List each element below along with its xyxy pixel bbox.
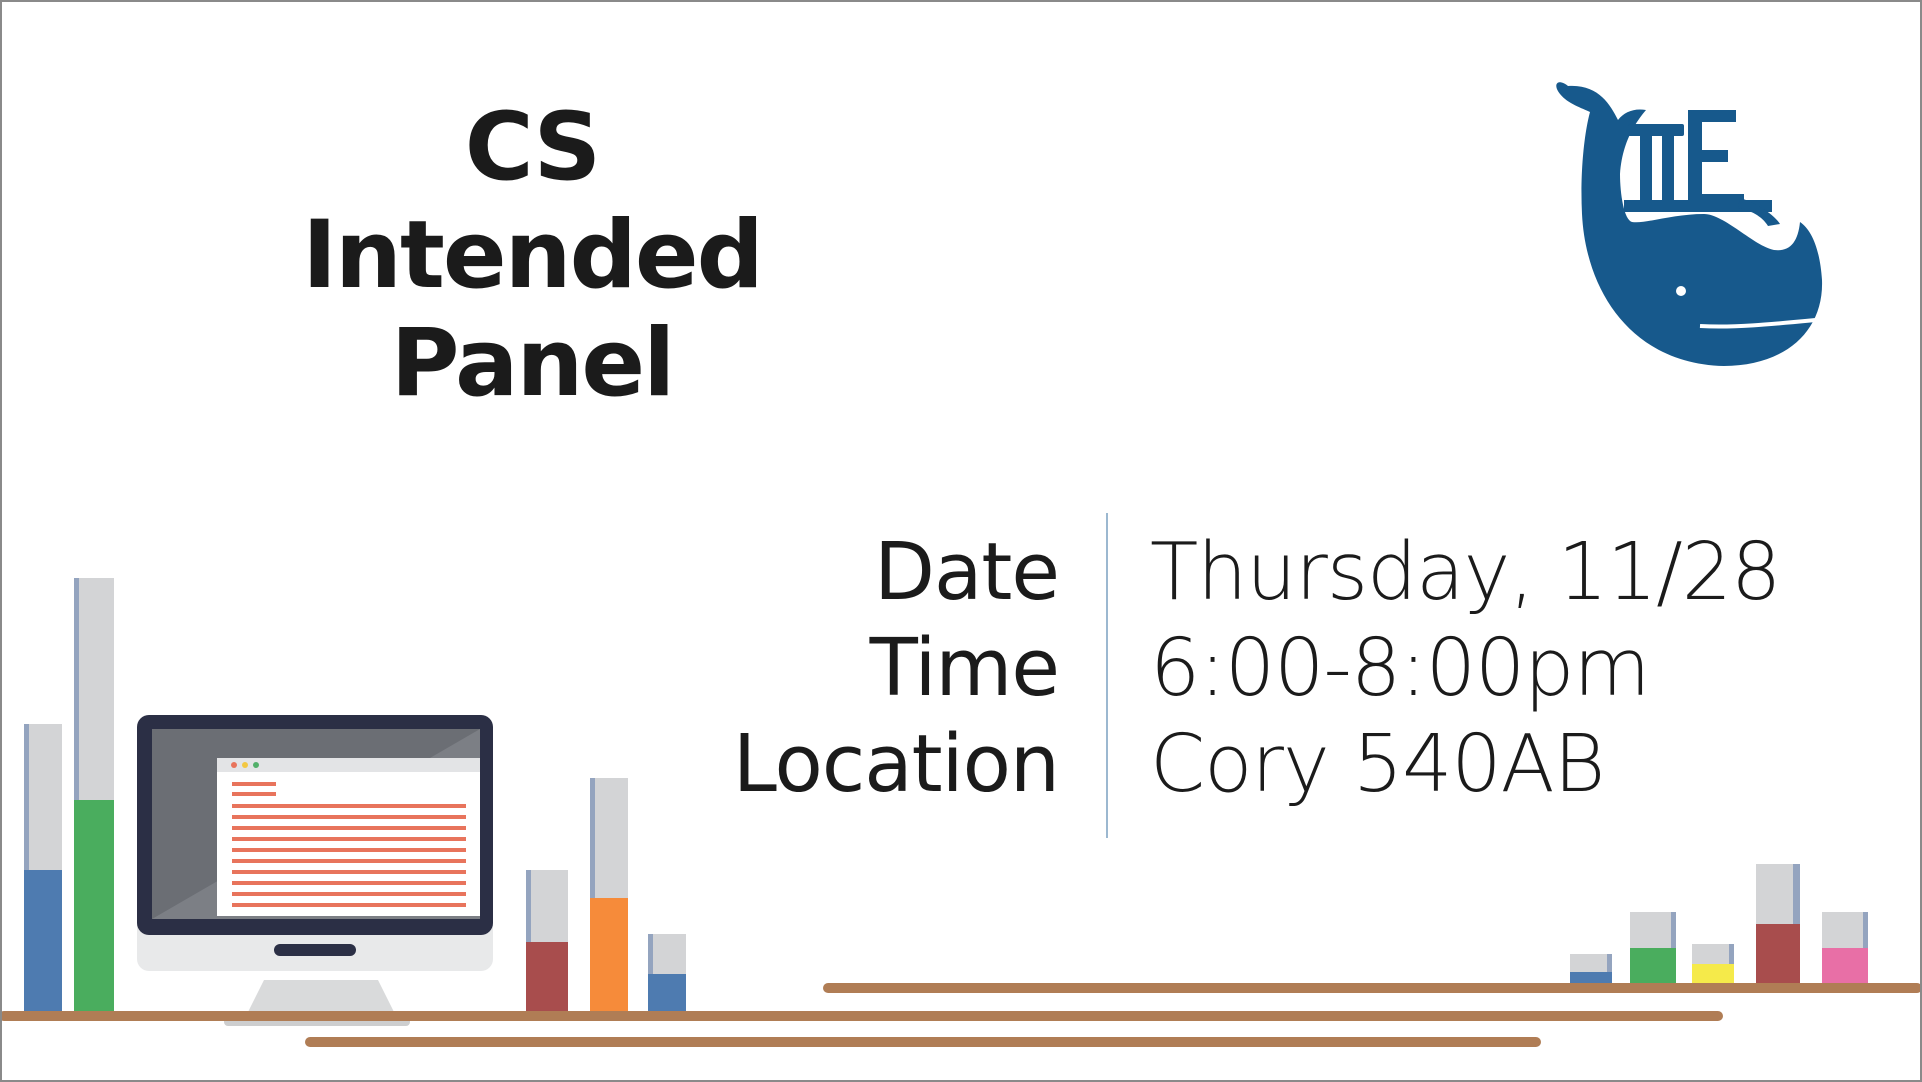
bar-right-red (1756, 864, 1800, 984)
bar-red-mid (526, 870, 568, 1012)
event-slide: CS Intended Panel Date Time Location Thu… (0, 0, 1922, 1082)
monitor-icon (137, 715, 493, 1026)
bar-blue-tall (24, 724, 62, 1012)
bar-green-tall (74, 578, 114, 1012)
bar-orange-mid (590, 778, 628, 1012)
bar-right-yellow (1692, 944, 1734, 984)
bar-right-green (1630, 912, 1676, 984)
office-illustration (2, 578, 1920, 1047)
bar-right-pink (1822, 912, 1868, 984)
bar-blue-small (648, 934, 686, 1012)
bar-right-blue (1570, 954, 1612, 984)
